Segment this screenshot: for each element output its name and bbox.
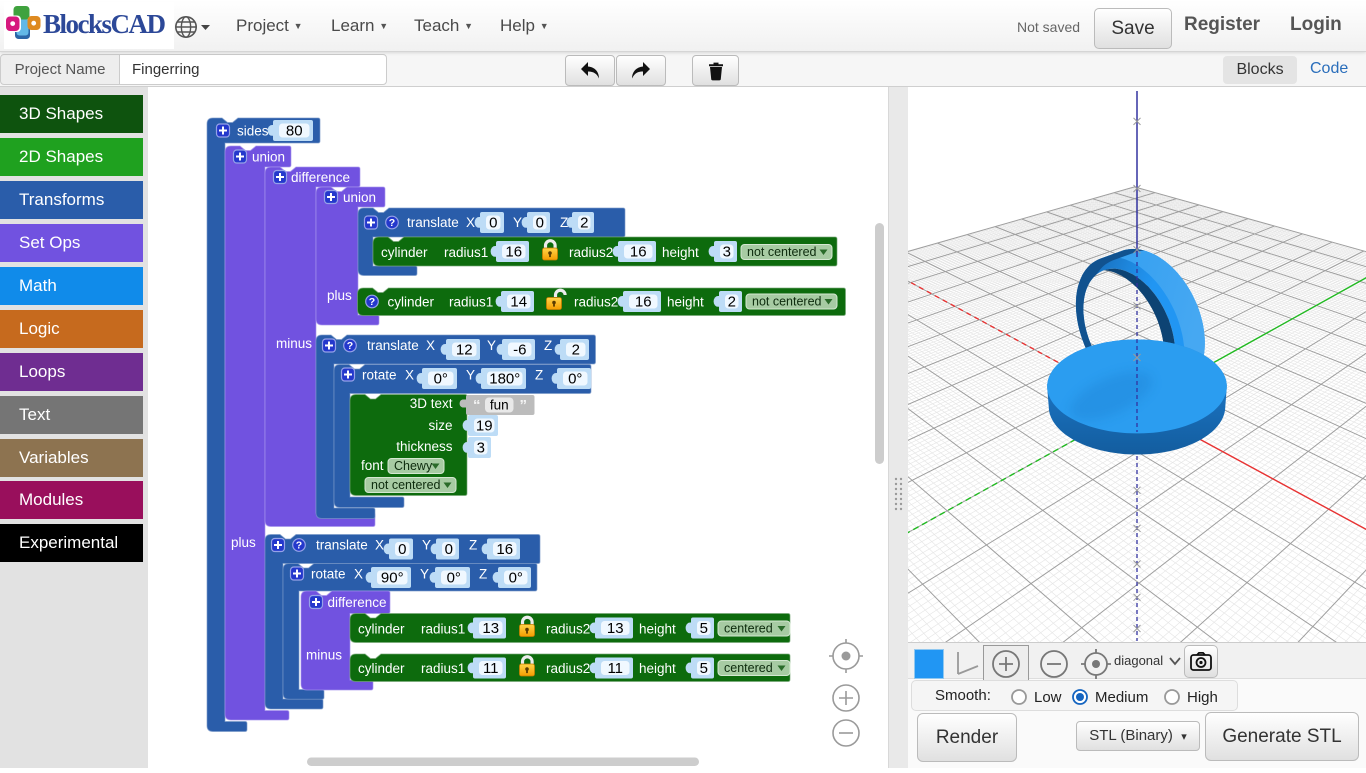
svg-text:11: 11 [483, 660, 499, 677]
svg-text:cylinder: cylinder [358, 661, 405, 676]
svg-text:union: union [343, 190, 376, 205]
svg-text:not centered: not centered [752, 295, 822, 309]
svg-text:cylinder: cylinder [358, 622, 405, 637]
svg-text:2: 2 [580, 215, 588, 232]
svg-text:16: 16 [496, 541, 513, 558]
svg-text:?: ? [296, 540, 302, 552]
svg-text:not centered: not centered [371, 478, 441, 492]
svg-text:0°: 0° [447, 570, 461, 587]
svg-text:centered: centered [724, 622, 773, 636]
svg-text:height: height [667, 295, 704, 310]
svg-text:rotate: rotate [362, 368, 397, 383]
svg-text:0: 0 [445, 541, 453, 558]
svg-text:translate: translate [367, 338, 419, 353]
svg-text:0°: 0° [568, 371, 582, 388]
svg-text:Z: Z [469, 538, 477, 553]
svg-text:translate: translate [407, 215, 459, 230]
svg-text:“: “ [473, 397, 481, 414]
svg-text:X: X [466, 215, 475, 230]
svg-text:0°: 0° [509, 570, 523, 587]
svg-text:thickness: thickness [396, 439, 453, 454]
svg-text:0: 0 [536, 215, 544, 232]
svg-text:”: ” [520, 397, 528, 414]
svg-text:union: union [252, 150, 285, 165]
svg-text:16: 16 [505, 244, 522, 261]
svg-text:11: 11 [607, 660, 623, 677]
svg-text:difference: difference [291, 170, 350, 185]
svg-text:2: 2 [728, 294, 736, 311]
svg-text:X: X [426, 338, 435, 353]
svg-text:16: 16 [630, 244, 647, 261]
svg-text:13: 13 [482, 620, 499, 637]
svg-text:0°: 0° [434, 371, 448, 388]
svg-text:sides: sides [237, 124, 269, 139]
svg-text:radius1: radius1 [421, 622, 465, 637]
svg-text:90°: 90° [381, 570, 404, 587]
svg-text:minus: minus [306, 648, 342, 663]
svg-text:3D text: 3D text [410, 396, 453, 411]
svg-text:radius1: radius1 [421, 661, 465, 676]
svg-text:?: ? [369, 296, 375, 308]
svg-text:Medium: Medium [1095, 689, 1148, 706]
svg-text:rotate: rotate [311, 567, 346, 582]
svg-text:size: size [428, 418, 452, 433]
svg-text:cylinder: cylinder [388, 295, 435, 310]
svg-text:Low: Low [1034, 689, 1062, 706]
svg-text:19: 19 [476, 418, 493, 435]
svg-text:radius1: radius1 [449, 295, 493, 310]
svg-text:0: 0 [398, 541, 406, 558]
svg-text:Z: Z [535, 368, 543, 383]
svg-text:fun: fun [490, 398, 509, 413]
svg-text:radius1: radius1 [444, 245, 488, 260]
svg-text:16: 16 [635, 294, 652, 311]
svg-text:not centered: not centered [747, 245, 817, 259]
svg-text:3: 3 [723, 244, 731, 261]
svg-text:2: 2 [572, 342, 580, 359]
svg-text:5: 5 [700, 620, 708, 637]
svg-text:minus: minus [276, 336, 312, 351]
svg-text:?: ? [389, 217, 395, 229]
svg-text:radius2: radius2 [546, 622, 590, 637]
svg-text:radius2: radius2 [569, 245, 613, 260]
svg-text:Y: Y [420, 567, 429, 582]
svg-text:X: X [354, 567, 363, 582]
svg-text:plus: plus [231, 535, 256, 550]
svg-text:Z: Z [544, 338, 552, 353]
svg-text:14: 14 [510, 294, 527, 311]
svg-text:3: 3 [477, 440, 485, 457]
svg-text:?: ? [347, 340, 353, 352]
svg-text:80: 80 [286, 123, 303, 140]
svg-text:height: height [639, 622, 676, 637]
svg-text:X: X [405, 368, 414, 383]
svg-text:font: font [361, 458, 384, 473]
svg-text:translate: translate [316, 538, 368, 553]
svg-text:difference: difference [328, 595, 387, 610]
svg-text:180°: 180° [489, 371, 520, 388]
svg-text:Chewy: Chewy [394, 459, 433, 473]
svg-text:X: X [375, 538, 384, 553]
svg-text:radius2: radius2 [574, 295, 618, 310]
svg-text:12: 12 [456, 342, 473, 359]
svg-text:High: High [1187, 689, 1218, 706]
svg-text:Y: Y [513, 215, 522, 230]
svg-text:cylinder: cylinder [381, 245, 428, 260]
svg-text:Y: Y [466, 368, 475, 383]
svg-text:5: 5 [700, 660, 708, 677]
svg-text:height: height [662, 245, 699, 260]
svg-text:-6: -6 [513, 342, 526, 359]
svg-text:Y: Y [487, 338, 496, 353]
svg-text:0: 0 [489, 215, 497, 232]
svg-text:Y: Y [422, 538, 431, 553]
svg-text:centered: centered [724, 661, 773, 675]
svg-text:13: 13 [607, 620, 624, 637]
svg-text:Z: Z [479, 567, 487, 582]
svg-text:plus: plus [327, 288, 352, 303]
svg-text:height: height [639, 661, 676, 676]
svg-text:radius2: radius2 [546, 661, 590, 676]
